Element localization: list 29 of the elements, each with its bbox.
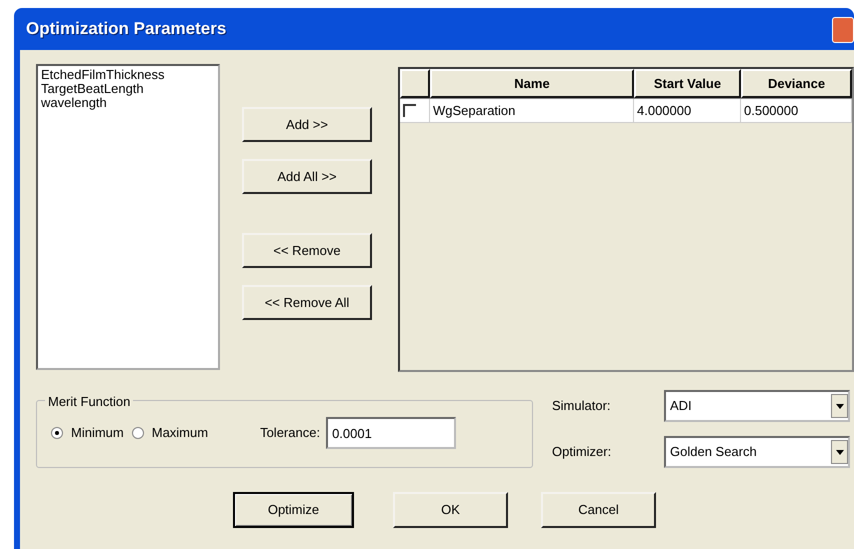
dropdown-arrow-icon [836,450,844,454]
dialog-button[interactable]: OK [393,492,508,528]
move-button[interactable]: Add >> [242,107,372,142]
select-label: Simulator: [552,397,612,416]
dropdown[interactable]: ADI [664,390,850,422]
tolerance-label: Tolerance: [260,424,320,442]
dialog-button[interactable]: Cancel [541,492,656,528]
table-cell-text: WgSeparation [433,102,516,120]
move-button[interactable]: Add All >> [242,159,372,194]
dropdown[interactable]: Golden Search [664,436,850,468]
move-button[interactable]: << Remove [242,233,372,268]
table-cell-text: 0.500000 [744,102,798,120]
window-title: Optimization Parameters [26,18,226,40]
radio-option[interactable]: Minimum [51,423,124,443]
column-header[interactable]: Start Value [634,69,741,98]
radio-option[interactable]: Maximum [132,423,208,443]
dialog-button[interactable]: Optimize [233,492,354,528]
dropdown-arrow-icon [836,404,844,408]
list-item[interactable]: EtchedFilmThickness [41,68,165,82]
list-item[interactable]: TargetBeatLength [41,82,144,96]
tolerance-field[interactable]: 0.0001 [326,417,456,449]
list-item[interactable]: wavelength [41,96,107,110]
parameter-list[interactable]: EtchedFilmThickness TargetBeatLength wavelength [36,64,220,370]
select-label: Optimizer: [552,443,612,462]
column-header[interactable]: Name [430,69,634,98]
column-header[interactable]: Deviance [741,69,852,98]
move-button[interactable]: << Remove All [242,285,372,320]
table-cell-text: 4.000000 [637,102,692,120]
close-button[interactable] [832,17,854,43]
